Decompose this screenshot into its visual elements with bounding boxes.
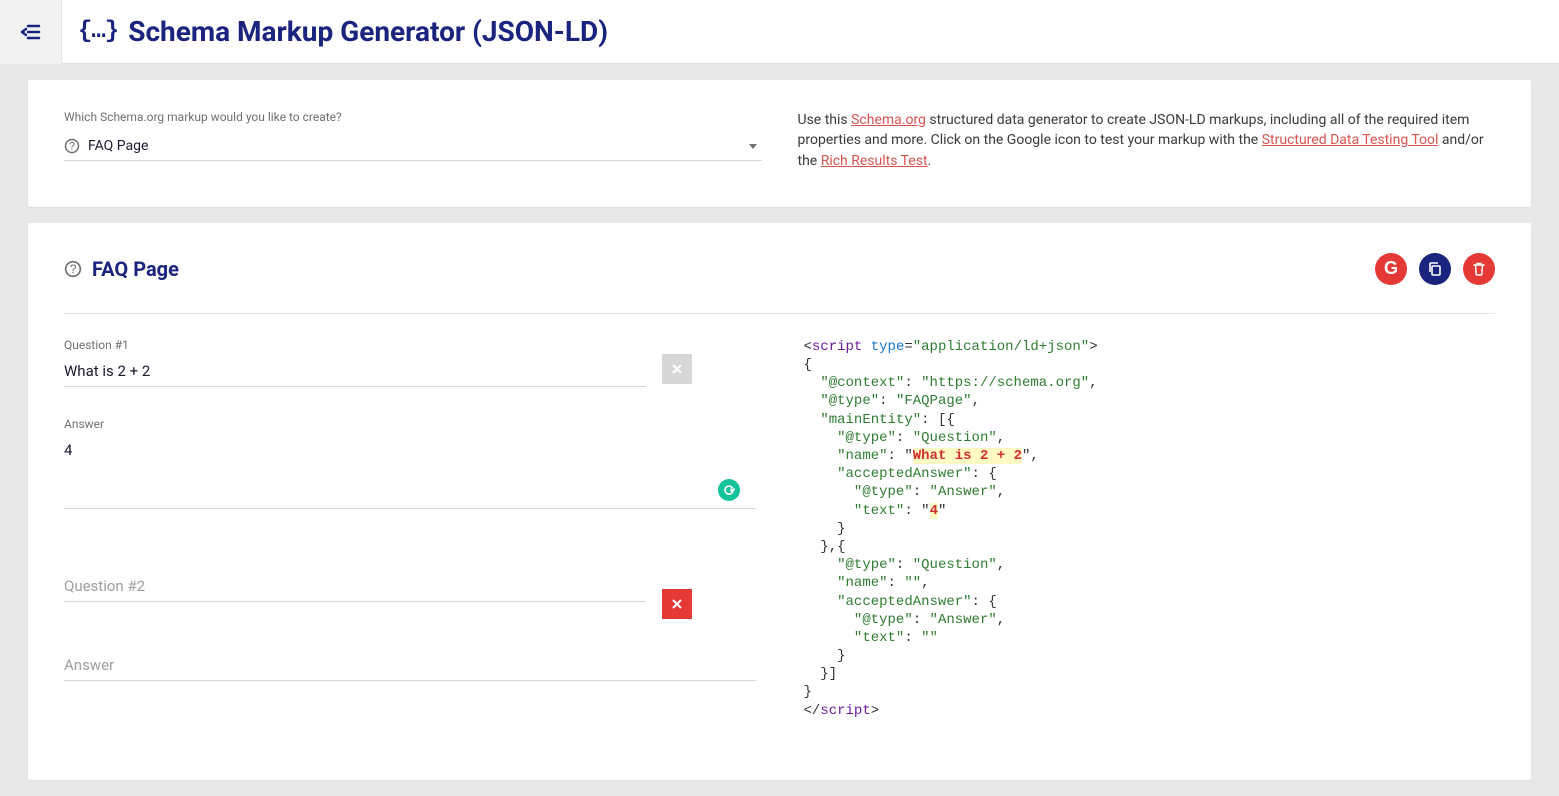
rich-results-link[interactable]: Rich Results Test bbox=[821, 153, 928, 169]
svg-text:?: ? bbox=[70, 262, 77, 276]
close-icon bbox=[671, 363, 683, 375]
clear-button[interactable] bbox=[1463, 253, 1495, 285]
logo-brace: {…} bbox=[78, 18, 118, 45]
copy-icon bbox=[1427, 261, 1443, 277]
page-title: Schema Markup Generator (JSON-LD) bbox=[128, 15, 608, 48]
menu-toggle-button[interactable] bbox=[0, 0, 62, 64]
schema-select[interactable]: ? FAQ Page bbox=[64, 134, 762, 161]
answer-label: Answer bbox=[64, 417, 756, 431]
section-title: FAQ Page bbox=[92, 257, 1375, 281]
remove-question-1-button[interactable] bbox=[662, 354, 692, 384]
grammarly-icon bbox=[723, 484, 735, 496]
intro-paragraph: Use this Schema.org structured data gene… bbox=[798, 110, 1496, 171]
question-1-input[interactable] bbox=[64, 358, 646, 387]
answer-2-input[interactable] bbox=[64, 652, 756, 681]
schema-select-value: FAQ Page bbox=[88, 138, 748, 154]
schema-select-label: Which Schema.org markup would you like t… bbox=[64, 110, 762, 124]
google-test-button[interactable]: G bbox=[1375, 253, 1407, 285]
copy-button[interactable] bbox=[1419, 253, 1451, 285]
question-2-input[interactable] bbox=[64, 573, 646, 602]
trash-icon bbox=[1471, 261, 1487, 277]
code-output: <script type="application/ld+json"> { "@… bbox=[804, 338, 1496, 720]
menu-collapse-icon bbox=[19, 20, 43, 44]
divider bbox=[64, 313, 1495, 314]
schema-org-link[interactable]: Schema.org bbox=[851, 112, 926, 128]
grammarly-button[interactable] bbox=[718, 479, 740, 501]
remove-question-2-button[interactable] bbox=[662, 589, 692, 619]
help-icon: ? bbox=[64, 138, 80, 154]
structured-data-tool-link[interactable]: Structured Data Testing Tool bbox=[1262, 132, 1439, 148]
chevron-down-icon bbox=[748, 141, 758, 151]
svg-text:?: ? bbox=[69, 141, 75, 153]
answer-1-input[interactable] bbox=[64, 437, 756, 509]
close-icon bbox=[671, 598, 683, 610]
question-label: Question #1 bbox=[64, 338, 756, 352]
help-icon: ? bbox=[64, 260, 82, 278]
